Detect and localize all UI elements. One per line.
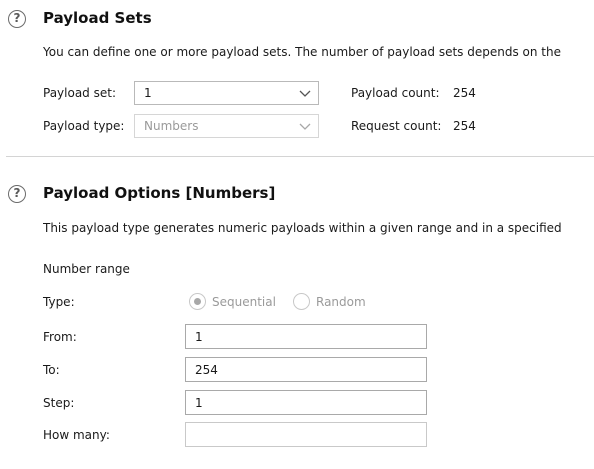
chevron-down-icon — [299, 123, 311, 130]
step-input[interactable]: 1 — [185, 390, 427, 415]
how-many-input[interactable] — [185, 422, 427, 447]
sequential-radio[interactable] — [189, 293, 206, 310]
chevron-down-icon — [299, 90, 311, 97]
request-count-label: Request count: — [351, 119, 442, 133]
to-label: To: — [43, 363, 60, 377]
from-input[interactable]: 1 — [185, 324, 427, 349]
payload-set-label: Payload set: — [43, 86, 116, 100]
how-many-label: How many: — [43, 428, 110, 442]
random-radio-label: Random — [316, 295, 366, 309]
payload-sets-description: You can define one or more payload sets.… — [43, 45, 561, 59]
type-label: Type: — [43, 295, 75, 309]
payload-set-select[interactable]: 1 — [134, 81, 319, 105]
sequential-radio-label: Sequential — [212, 295, 276, 309]
payload-set-value: 1 — [144, 86, 152, 100]
payload-count-value: 254 — [453, 86, 476, 100]
payload-options-description: This payload type generates numeric payl… — [43, 221, 562, 235]
step-value: 1 — [195, 396, 203, 410]
payload-sets-help-icon[interactable]: ? — [8, 10, 26, 28]
from-value: 1 — [195, 330, 203, 344]
payload-type-label: Payload type: — [43, 119, 125, 133]
request-count-value: 254 — [453, 119, 476, 133]
step-label: Step: — [43, 396, 75, 410]
payload-sets-title: Payload Sets — [43, 9, 152, 27]
payload-options-title: Payload Options [Numbers] — [43, 184, 276, 202]
random-radio[interactable] — [293, 293, 310, 310]
section-divider — [6, 156, 594, 157]
from-label: From: — [43, 330, 77, 344]
to-input[interactable]: 254 — [185, 357, 427, 382]
payload-type-select[interactable]: Numbers — [134, 114, 319, 138]
to-value: 254 — [195, 363, 218, 377]
payload-options-help-icon[interactable]: ? — [8, 185, 26, 203]
radio-selected-dot — [194, 298, 201, 305]
number-range-label: Number range — [43, 262, 130, 276]
payload-count-label: Payload count: — [351, 86, 440, 100]
payload-type-value: Numbers — [144, 119, 199, 133]
